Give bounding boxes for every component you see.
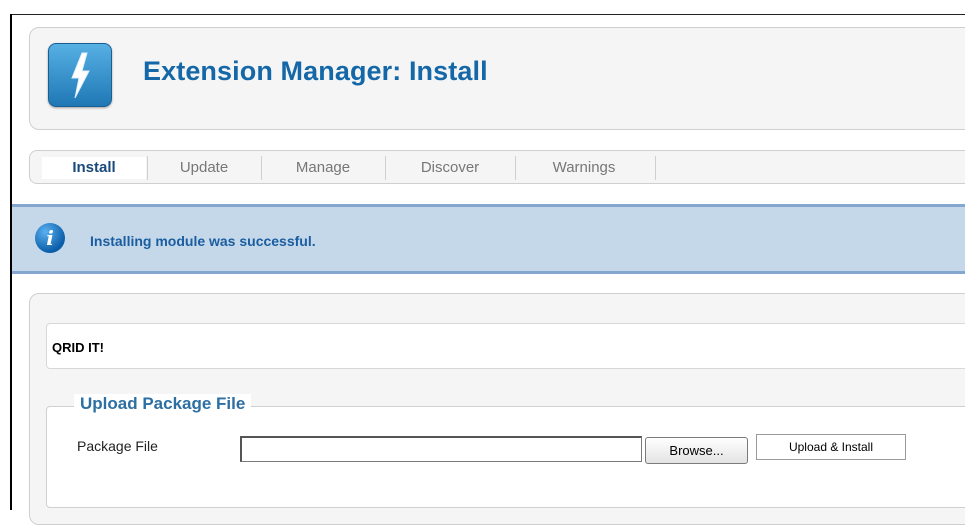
tab-manage[interactable]: Manage [274, 157, 372, 179]
message-text: Installing module was successful. [90, 233, 316, 249]
window-top-border [10, 14, 965, 15]
upload-legend: Upload Package File [74, 394, 252, 414]
package-file-input[interactable] [240, 436, 642, 462]
upload-install-button[interactable]: Upload & Install [756, 434, 906, 460]
tab-separator [147, 156, 148, 180]
package-file-label: Package File [77, 438, 158, 454]
tab-update[interactable]: Update [158, 157, 250, 179]
tab-warnings[interactable]: Warnings [528, 157, 640, 179]
tab-install[interactable]: Install [42, 157, 146, 179]
tab-separator [261, 156, 262, 180]
tab-separator [655, 156, 656, 180]
lightning-bolt-icon [48, 43, 112, 107]
tab-separator [515, 156, 516, 180]
browse-button[interactable]: Browse... [645, 437, 748, 464]
section-header [46, 323, 965, 369]
tab-discover[interactable]: Discover [398, 157, 502, 179]
section-title: QRID IT! [52, 340, 104, 355]
tab-separator [385, 156, 386, 180]
page-title: Extension Manager: Install [143, 56, 488, 86]
info-icon: i [35, 223, 65, 253]
